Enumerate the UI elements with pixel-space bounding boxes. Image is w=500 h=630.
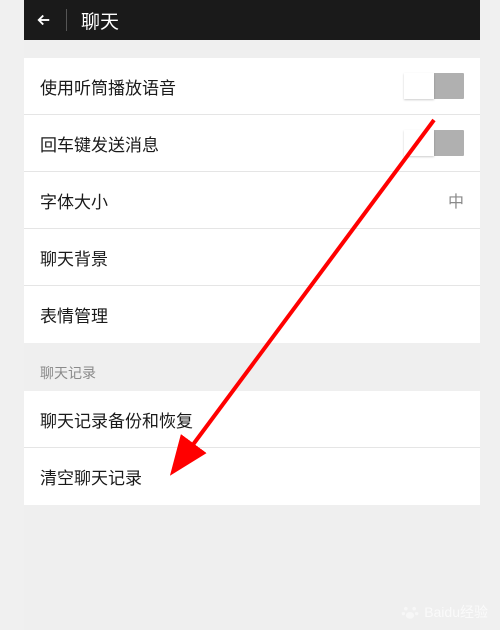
phone-frame: 聊天 使用听筒播放语音 回车键发送消息 字体大小 中 聊天背景	[0, 0, 500, 630]
item-label: 字体大小	[40, 188, 108, 213]
watermark-text: Baidu经验	[424, 602, 488, 622]
settings-list-2: 聊天记录备份和恢复 清空聊天记录	[24, 391, 480, 505]
paw-icon	[400, 602, 420, 622]
toggle-knob	[404, 130, 434, 156]
item-label: 回车键发送消息	[40, 131, 159, 156]
section-header-chat-history: 聊天记录	[24, 343, 480, 391]
item-voice-speaker[interactable]: 使用听筒播放语音	[24, 58, 480, 115]
toggle-knob	[404, 73, 434, 99]
item-enter-send[interactable]: 回车键发送消息	[24, 115, 480, 172]
header-bar: 聊天	[24, 0, 480, 40]
settings-list-1: 使用听筒播放语音 回车键发送消息 字体大小 中 聊天背景 表情管理	[24, 58, 480, 343]
item-label: 表情管理	[40, 302, 108, 327]
back-icon[interactable]	[34, 10, 54, 30]
item-label: 使用听筒播放语音	[40, 74, 176, 99]
page-title: 聊天	[81, 7, 119, 34]
section-header-label: 聊天记录	[40, 363, 96, 383]
item-backup-restore[interactable]: 聊天记录备份和恢复	[24, 391, 480, 448]
item-label: 聊天背景	[40, 245, 108, 270]
section-gap	[24, 40, 480, 58]
item-emoji-management[interactable]: 表情管理	[24, 286, 480, 343]
screen: 聊天 使用听筒播放语音 回车键发送消息 字体大小 中 聊天背景	[24, 0, 480, 630]
item-chat-background[interactable]: 聊天背景	[24, 229, 480, 286]
item-font-size[interactable]: 字体大小 中	[24, 172, 480, 229]
toggle-voice-speaker[interactable]	[404, 73, 464, 99]
item-value: 中	[448, 188, 464, 212]
toggle-enter-send[interactable]	[404, 130, 464, 156]
item-clear-history[interactable]: 清空聊天记录	[24, 448, 480, 505]
item-label: 清空聊天记录	[40, 464, 142, 489]
watermark: Baidu经验	[400, 602, 488, 622]
item-label: 聊天记录备份和恢复	[40, 407, 193, 432]
header-divider	[66, 9, 67, 31]
